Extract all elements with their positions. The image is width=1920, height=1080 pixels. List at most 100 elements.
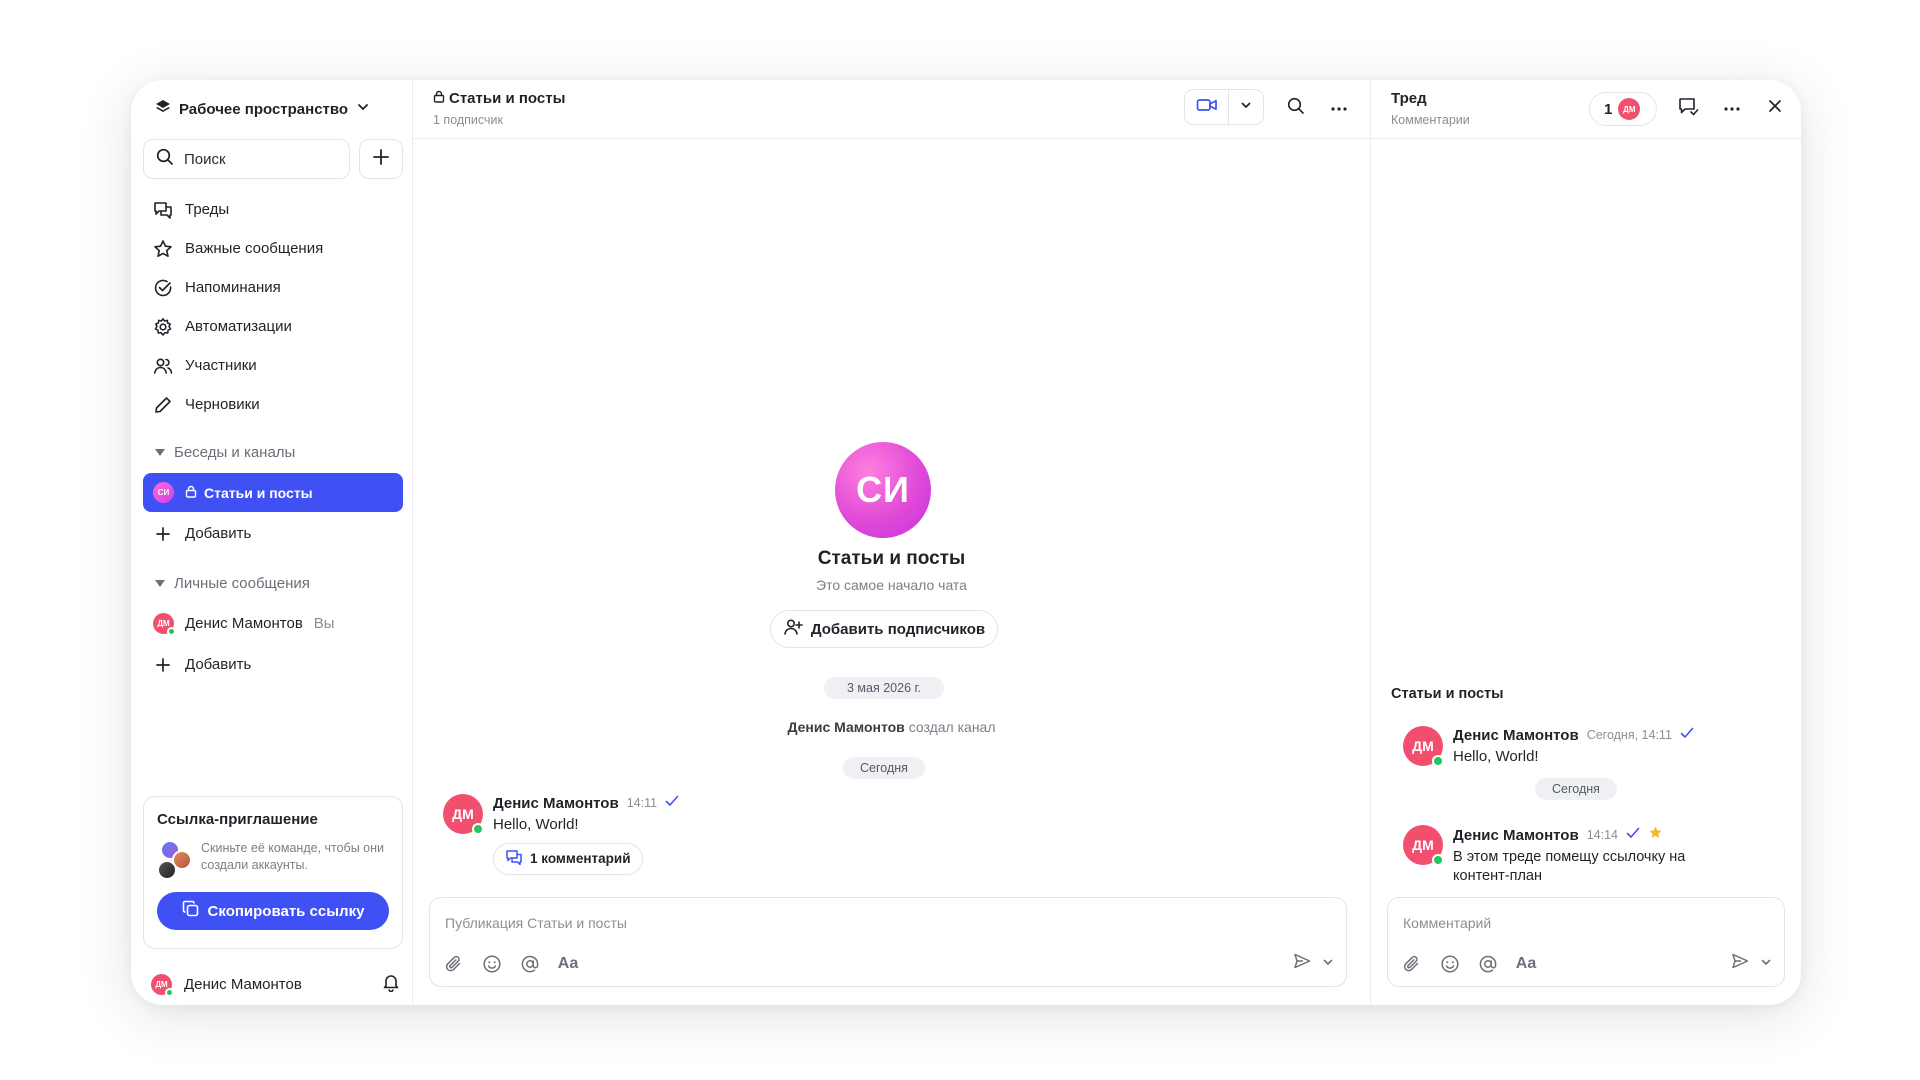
add-subscribers-label: Добавить подписчиков bbox=[810, 620, 986, 638]
video-call-menu-button[interactable] bbox=[1229, 90, 1263, 124]
avatar[interactable]: ДМ bbox=[151, 973, 174, 997]
video-call-button[interactable] bbox=[1185, 90, 1229, 124]
invite-text: Скиньте её команде, чтобы они создали ак… bbox=[201, 841, 385, 872]
online-indicator bbox=[472, 823, 484, 835]
chat-more-button[interactable] bbox=[1325, 94, 1353, 122]
avatar: ДМ bbox=[1618, 98, 1641, 120]
star-icon bbox=[1648, 825, 1663, 845]
message-time: Сегодня, 14:11 bbox=[1586, 728, 1672, 742]
copy-link-button[interactable]: Скопировать ссылку bbox=[157, 892, 389, 930]
thread-participants-button[interactable]: 1 ДМ bbox=[1589, 92, 1657, 126]
comment-composer[interactable]: Комментарий Aa bbox=[1387, 897, 1785, 987]
workspace-switcher[interactable]: Рабочее пространство bbox=[155, 94, 370, 124]
sidebar-item-dm[interactable]: ДМ Денис Мамонтов Вы bbox=[143, 604, 403, 643]
chevron-down-icon[interactable] bbox=[1760, 955, 1772, 973]
gear-icon bbox=[152, 316, 174, 338]
avatar[interactable]: ДМ bbox=[1403, 726, 1444, 767]
add-dm-label: Добавить bbox=[185, 656, 252, 673]
search-icon bbox=[1287, 97, 1305, 120]
search-input[interactable]: Поиск bbox=[143, 139, 350, 179]
search-row: Поиск bbox=[143, 139, 403, 179]
chevron-down-icon[interactable] bbox=[1322, 955, 1334, 973]
section-label: Личные сообщения bbox=[174, 574, 310, 592]
avatar[interactable]: ДМ bbox=[443, 794, 484, 835]
message-meta: Денис Мамонтов Сегодня, 14:11 bbox=[1453, 726, 1694, 744]
paperclip-icon[interactable] bbox=[1400, 952, 1424, 976]
sidebar-item-reminders[interactable]: Напоминания bbox=[143, 268, 403, 307]
add-dm-button[interactable]: Добавить bbox=[143, 645, 403, 684]
check-icon bbox=[665, 794, 679, 812]
message-body: Денис Мамонтов 14:14 В этом треде помещу… bbox=[1453, 825, 1743, 887]
add-channel-label: Добавить bbox=[185, 525, 252, 542]
message-composer[interactable]: Публикация Статьи и посты Aa bbox=[429, 897, 1347, 987]
emoji-icon[interactable] bbox=[1438, 952, 1462, 976]
date-separator: Сегодня bbox=[1535, 778, 1617, 800]
chat-title-text: Статьи и посты bbox=[449, 90, 566, 107]
user-name: Денис Мамонтов bbox=[184, 975, 302, 993]
chevron-down-icon bbox=[1240, 98, 1252, 116]
online-indicator bbox=[1432, 755, 1444, 767]
copy-link-label: Скопировать ссылку bbox=[207, 902, 365, 920]
chat-search-button[interactable] bbox=[1282, 94, 1310, 122]
plus-icon bbox=[372, 148, 390, 171]
send-icon[interactable] bbox=[1730, 951, 1750, 976]
chevron-down-icon bbox=[356, 100, 370, 118]
message-author[interactable]: Денис Мамонтов bbox=[1453, 727, 1579, 744]
message: ДМ Денис Мамонтов 14:11 Hello, World! 1 … bbox=[443, 794, 679, 875]
message-text: Hello, World! bbox=[1453, 748, 1539, 765]
chat-header: Статьи и посты 1 подписчик bbox=[413, 80, 1370, 139]
thread-reply-message: ДМ Денис Мамонтов 14:14 В этом треде пом… bbox=[1403, 825, 1743, 887]
check-icon bbox=[1680, 726, 1694, 744]
message-time: 14:14 bbox=[1586, 828, 1618, 842]
sidebar-item-members[interactable]: Участники bbox=[143, 346, 403, 385]
sidebar-item-label: Напоминания bbox=[185, 279, 281, 296]
star-icon bbox=[152, 238, 174, 260]
invite-title: Ссылка-приглашение bbox=[157, 811, 318, 828]
message-meta: Денис Мамонтов 14:14 bbox=[1453, 825, 1743, 845]
message-author[interactable]: Денис Мамонтов bbox=[493, 795, 619, 812]
sidebar-item-starred[interactable]: Важные сообщения bbox=[143, 229, 403, 268]
emoji-icon[interactable] bbox=[480, 952, 504, 976]
sidebar-item-threads[interactable]: Треды bbox=[143, 190, 403, 229]
bell-icon[interactable] bbox=[381, 972, 401, 996]
channels-section-toggle[interactable]: Беседы и каналы bbox=[143, 433, 403, 471]
dm-section-toggle[interactable]: Личные сообщения bbox=[143, 564, 403, 602]
message-body: Денис Мамонтов 14:11 Hello, World! 1 ком… bbox=[493, 794, 679, 875]
sidebar-item-label: Треды bbox=[185, 201, 230, 218]
sidebar-item-label: Важные сообщения bbox=[185, 240, 324, 257]
add-channel-button[interactable]: Добавить bbox=[143, 514, 403, 553]
workspace-name: Рабочее пространство bbox=[179, 100, 349, 118]
lock-icon bbox=[433, 90, 445, 107]
thread-more-button[interactable] bbox=[1718, 94, 1746, 122]
avatar[interactable]: ДМ bbox=[1403, 825, 1444, 866]
invite-avatars bbox=[157, 840, 192, 880]
format-text-button[interactable]: Aa bbox=[556, 952, 580, 976]
thread-follow-button[interactable] bbox=[1674, 94, 1702, 122]
paperclip-icon[interactable] bbox=[442, 952, 466, 976]
sidebar-item-automations[interactable]: Автоматизации bbox=[143, 307, 403, 346]
format-text-button[interactable]: Aa bbox=[1514, 952, 1538, 976]
chat-subscribers[interactable]: 1 подписчик bbox=[433, 113, 503, 127]
check-circle-icon bbox=[152, 277, 174, 299]
message-text: Hello, World! bbox=[493, 816, 579, 833]
sidebar-item-label: Участники bbox=[185, 357, 257, 374]
mention-icon[interactable] bbox=[1476, 952, 1500, 976]
composer-toolbar: Aa bbox=[442, 952, 580, 976]
add-subscribers-button[interactable]: Добавить подписчиков bbox=[770, 610, 998, 648]
thread-replies-button[interactable]: 1 комментарий bbox=[493, 842, 643, 875]
send-icon[interactable] bbox=[1292, 951, 1312, 976]
message-time: 14:11 bbox=[626, 796, 658, 810]
avatar bbox=[157, 860, 177, 880]
system-author: Денис Мамонтов bbox=[787, 719, 905, 735]
thread-close-button[interactable] bbox=[1761, 94, 1789, 122]
sidebar-item-drafts[interactable]: Черновики bbox=[143, 385, 403, 424]
thread-root-message: ДМ Денис Мамонтов Сегодня, 14:11 Hello, … bbox=[1403, 726, 1694, 767]
copy-icon bbox=[182, 900, 200, 922]
sidebar-item-channel[interactable]: СИ Статьи и посты bbox=[143, 473, 403, 512]
thread-header: Тред Комментарии 1 ДМ bbox=[1371, 80, 1801, 139]
new-chat-button[interactable] bbox=[359, 139, 403, 179]
threads-icon bbox=[152, 199, 174, 221]
mention-icon[interactable] bbox=[518, 952, 542, 976]
thread-channel-name: Статьи и посты bbox=[1391, 686, 1504, 702]
message-author[interactable]: Денис Мамонтов bbox=[1453, 827, 1579, 844]
